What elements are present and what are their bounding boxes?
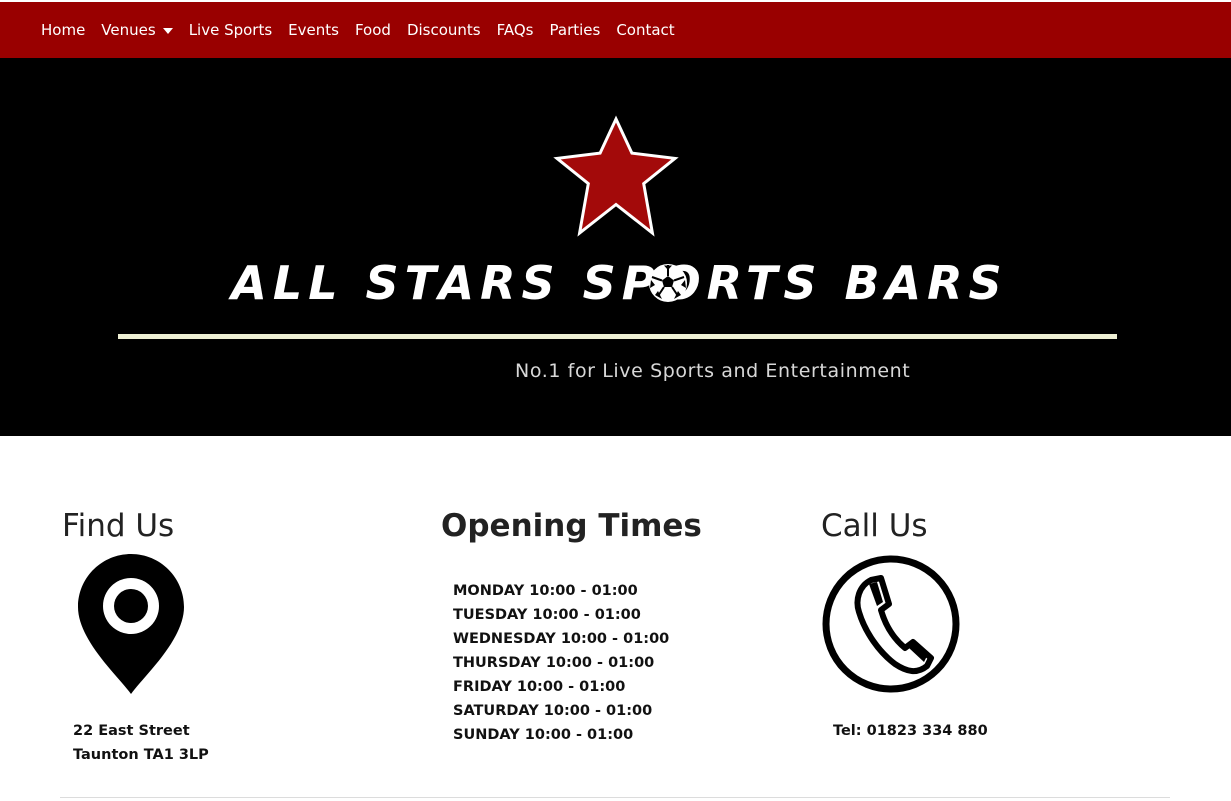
nav-item-label: Venues xyxy=(101,21,156,39)
nav-home[interactable]: Home xyxy=(41,21,85,39)
map-pin-icon xyxy=(78,554,184,694)
opening-time-row: TUESDAY 10:00 - 01:00 xyxy=(453,607,641,623)
telephone-number[interactable]: Tel: 01823 334 880 xyxy=(833,719,988,743)
nav-food[interactable]: Food xyxy=(355,21,391,39)
nav-events[interactable]: Events xyxy=(288,21,339,39)
hero-divider xyxy=(118,334,1117,339)
football-icon xyxy=(649,264,687,302)
nav-item-label: Discounts xyxy=(406,21,481,39)
nav-list: Home Venues Live Sports Events Food Discounts… xyxy=(41,21,691,39)
nav-item-label: FAQs xyxy=(496,21,534,39)
address-line-2: Taunton TA1 3LP xyxy=(73,747,209,763)
nav-venues[interactable]: Venues xyxy=(101,21,173,39)
nav-item-label: Live Sports xyxy=(188,21,273,39)
nav-live-sports[interactable]: Live Sports xyxy=(189,21,272,39)
address-line-1: 22 East Street xyxy=(73,723,190,739)
call-us-heading: Call Us xyxy=(821,508,928,544)
main-navbar: Home Venues Live Sports Events Food Discounts… xyxy=(0,2,1231,58)
opening-time-row: SATURDAY 10:00 - 01:00 xyxy=(453,703,653,719)
hero-banner: ALL STARS SPORTS BARS No.1 for Live Spor… xyxy=(0,58,1231,436)
nav-contact[interactable]: Contact xyxy=(616,21,674,39)
opening-time-row: WEDNESDAY 10:00 - 01:00 xyxy=(453,631,670,647)
nav-item-label: Contact xyxy=(616,21,675,39)
nav-item-label: Food xyxy=(354,21,391,39)
nav-item-label: Home xyxy=(41,21,86,39)
address: 22 East Street Taunton TA1 3LP xyxy=(73,719,209,767)
opening-time-row: MONDAY 10:00 - 01:00 xyxy=(453,583,638,599)
brand-logo-text: ALL STARS SPORTS BARS xyxy=(231,256,1008,310)
opening-time-row: SUNDAY 10:00 - 01:00 xyxy=(453,727,634,743)
opening-times-section: Opening Times MONDAY 10:00 - 01:00 TUESD… xyxy=(441,508,702,743)
caret-down-icon xyxy=(162,27,173,34)
hero-tagline: No.1 for Live Sports and Entertainment xyxy=(515,360,911,382)
find-us-heading: Find Us xyxy=(62,508,175,544)
opening-time-row: FRIDAY 10:00 - 01:00 xyxy=(453,679,626,695)
phone-icon xyxy=(822,555,960,693)
find-us-section: Find Us 22 East Street Taunton TA1 3LP xyxy=(62,508,209,763)
nav-item-label: Parties xyxy=(549,21,601,39)
call-us-section: Call Us Tel: 01823 334 880 xyxy=(821,508,988,739)
nav-item-label: Events xyxy=(288,21,339,39)
nav-faqs[interactable]: FAQs xyxy=(497,21,534,39)
nav-discounts[interactable]: Discounts xyxy=(407,21,481,39)
opening-times-list: MONDAY 10:00 - 01:00 TUESDAY 10:00 - 01:… xyxy=(453,579,669,747)
nav-parties[interactable]: Parties xyxy=(550,21,601,39)
footer-divider xyxy=(60,797,1170,798)
opening-times-heading: Opening Times xyxy=(441,508,702,544)
star-icon xyxy=(553,115,679,237)
opening-time-row: THURSDAY 10:00 - 01:00 xyxy=(453,655,655,671)
